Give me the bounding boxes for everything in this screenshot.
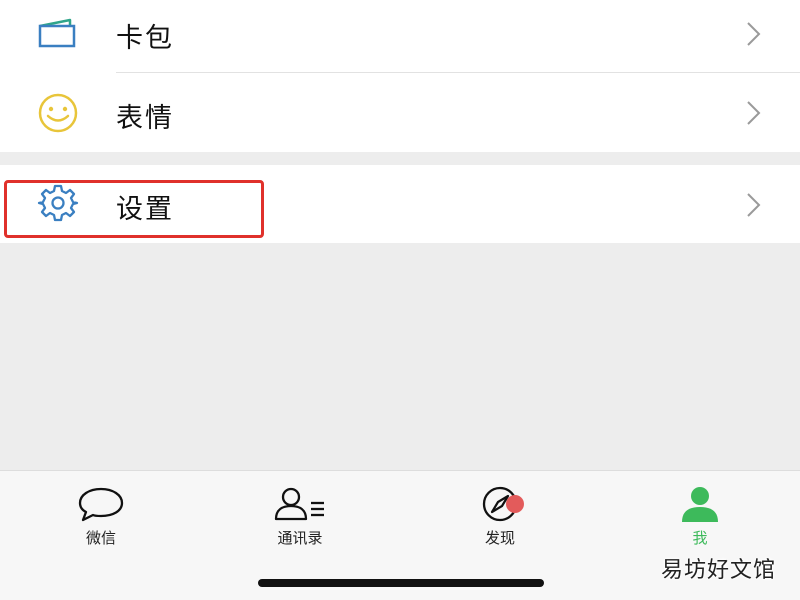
settings-highlight-box [4, 180, 264, 238]
tab-me[interactable]: 我 [640, 485, 760, 555]
chevron-right-icon [742, 99, 764, 127]
tab-label: 微信 [85, 529, 116, 547]
menu-item-stickers[interactable]: 表情 [0, 73, 800, 152]
tab-discover[interactable]: 发现 [440, 485, 560, 555]
contacts-icon [274, 487, 324, 521]
home-indicator [258, 579, 544, 587]
menu-item-label: 表情 [116, 103, 174, 134]
menu-item-label: 卡包 [116, 23, 174, 54]
menu-group-top: 卡包 表情 [0, 0, 800, 152]
tab-label: 发现 [484, 529, 515, 547]
chat-bubble-icon [78, 487, 124, 522]
chevron-right-icon [742, 191, 764, 219]
card-pack-icon [36, 16, 80, 56]
person-icon [682, 487, 718, 522]
tab-contacts[interactable]: 通讯录 [240, 485, 360, 555]
tab-label: 通讯录 [277, 529, 323, 547]
notification-badge [506, 495, 524, 513]
watermark: 易坊好文馆 [660, 558, 776, 583]
chevron-right-icon [742, 20, 764, 48]
tab-chats[interactable]: 微信 [41, 485, 161, 555]
menu-item-card-pack[interactable]: 卡包 [0, 0, 800, 72]
tab-label: 我 [692, 529, 708, 547]
smiley-icon [36, 93, 80, 133]
